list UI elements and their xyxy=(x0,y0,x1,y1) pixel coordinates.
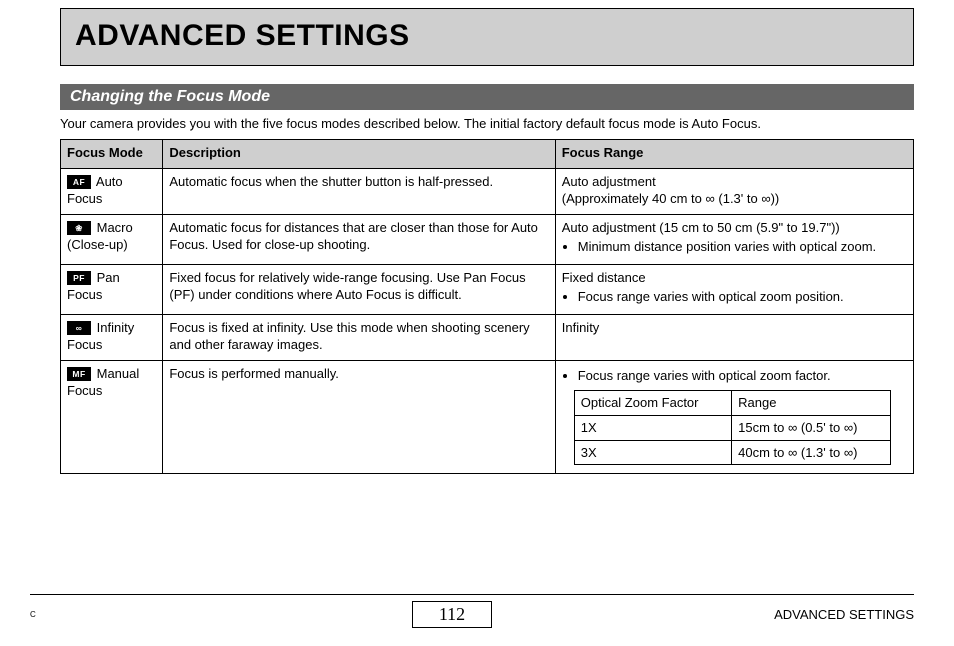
mode-label: Auto xyxy=(96,174,123,189)
range-text: Fixed distance xyxy=(562,270,646,285)
focus-modes-table: Focus Mode Description Focus Range AF Au… xyxy=(60,139,914,474)
table-row: ❀ Macro (Close-up) Automatic focus for d… xyxy=(61,214,914,264)
mode-description: Automatic focus for distances that are c… xyxy=(163,214,555,264)
page-number: 112 xyxy=(412,601,492,628)
mode-label: Focus xyxy=(67,383,102,398)
page-footer: C 112 ADVANCED SETTINGS xyxy=(30,594,914,628)
inner-th-zoom: Optical Zoom Factor xyxy=(574,391,731,416)
th-focus-mode: Focus Mode xyxy=(61,140,163,169)
zoom-range-table: Optical Zoom Factor Range 1X 15cm to ∞ (… xyxy=(574,390,892,465)
page-title-band: ADVANCED SETTINGS xyxy=(60,8,914,66)
intro-paragraph: Your camera provides you with the five f… xyxy=(60,116,914,131)
table-row: PF Pan Focus Fixed focus for relatively … xyxy=(61,264,914,314)
mode-description: Automatic focus when the shutter button … xyxy=(163,168,555,214)
mode-label: Manual xyxy=(97,366,140,381)
inner-cell: 40cm to ∞ (1.3' to ∞) xyxy=(732,440,891,465)
section-heading-focus-mode: Changing the Focus Mode xyxy=(60,84,914,110)
inner-cell: 1X xyxy=(574,416,731,441)
inner-cell: 3X xyxy=(574,440,731,465)
table-row: MF Manual Focus Focus is performed manua… xyxy=(61,360,914,473)
mode-label: Macro xyxy=(97,220,133,235)
pf-icon: PF xyxy=(67,271,91,285)
range-bullet: Minimum distance position varies with op… xyxy=(578,238,907,256)
infinity-icon: ∞ xyxy=(67,321,91,335)
footer-left: C xyxy=(30,610,190,619)
inner-cell: 15cm to ∞ (0.5' to ∞) xyxy=(732,416,891,441)
range-text: Auto adjustment xyxy=(562,174,656,189)
mode-label: Focus xyxy=(67,337,102,352)
mode-label: Infinity xyxy=(97,320,135,335)
table-row: AF Auto Focus Automatic focus when the s… xyxy=(61,168,914,214)
macro-icon: ❀ xyxy=(67,221,91,235)
inner-th-range: Range xyxy=(732,391,891,416)
footer-section: ADVANCED SETTINGS xyxy=(714,607,914,622)
range-text: Infinity xyxy=(555,314,913,360)
range-bullets: Focus range varies with optical zoom pos… xyxy=(562,288,907,306)
range-bullet: Focus range varies with optical zoom fac… xyxy=(578,367,907,385)
mode-label: Focus xyxy=(67,287,102,302)
mode-description: Fixed focus for relatively wide-range fo… xyxy=(163,264,555,314)
th-description: Description xyxy=(163,140,555,169)
mode-description: Focus is performed manually. xyxy=(163,360,555,473)
range-bullets: Minimum distance position varies with op… xyxy=(562,238,907,256)
th-focus-range: Focus Range xyxy=(555,140,913,169)
mode-label: Pan xyxy=(97,270,120,285)
range-bullets: Focus range varies with optical zoom fac… xyxy=(562,367,907,385)
mode-description: Focus is fixed at infinity. Use this mod… xyxy=(163,314,555,360)
table-row: ∞ Infinity Focus Focus is fixed at infin… xyxy=(61,314,914,360)
range-bullet: Focus range varies with optical zoom pos… xyxy=(578,288,907,306)
page-title: ADVANCED SETTINGS xyxy=(75,19,899,53)
range-text: (Approximately 40 cm to ∞ (1.3' to ∞)) xyxy=(562,191,780,206)
footer-rule xyxy=(30,594,914,595)
mf-icon: MF xyxy=(67,367,91,381)
range-text: Auto adjustment (15 cm to 50 cm (5.9" to… xyxy=(562,220,840,235)
mode-label: (Close-up) xyxy=(67,237,128,252)
mode-label: Focus xyxy=(67,191,102,206)
table-header-row: Focus Mode Description Focus Range xyxy=(61,140,914,169)
af-icon: AF xyxy=(67,175,91,189)
